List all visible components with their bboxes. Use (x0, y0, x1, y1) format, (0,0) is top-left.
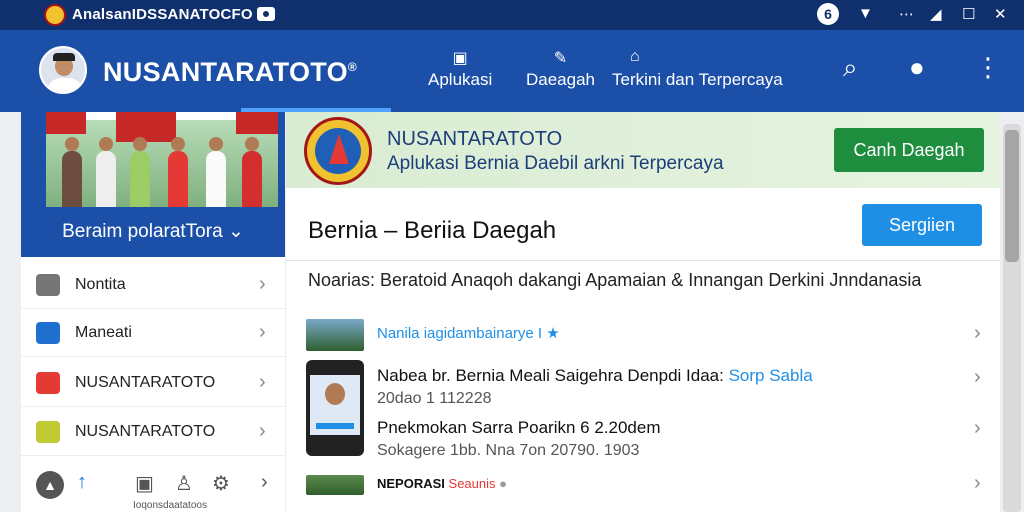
search-icon[interactable]: ⌕ (843, 52, 858, 84)
headline-text: Noarias: Beratoid Anaqoh dakangi Apamaia… (308, 270, 922, 290)
app-icon: ▣ (452, 50, 468, 67)
sidebar-toolbar: ▲ ↑ ▣ ♙ ⚙ › Ioqonsdaatatoos (21, 467, 285, 512)
nav-aplikasi[interactable]: ▣ Aplukasi (428, 48, 492, 90)
nav-terkini[interactable]: ⌂ Terkini dan Terpercaya (612, 48, 783, 90)
more-vert-icon[interactable]: ⋮ (975, 52, 1001, 83)
person-icon[interactable]: ♙ (175, 471, 193, 496)
scrollbar[interactable] (1003, 124, 1021, 512)
wifi-icon: ▼ (858, 5, 873, 22)
news-phone-image (306, 360, 364, 456)
news-row-1[interactable]: Nanila iagidambainarye I ★ › (286, 316, 1000, 356)
chat-icon (36, 321, 60, 344)
emblem-logo (304, 117, 372, 185)
compass-icon[interactable]: ▲ (36, 471, 64, 499)
promo-banner: NUSANTARATOTO Aplukasi Bernia Daebil ark… (286, 112, 1000, 188)
brand-title[interactable]: NUSANTARATOTO® (103, 57, 357, 88)
settings-icon[interactable]: ⚙ (212, 471, 230, 496)
section-action-button[interactable]: Sergiien (862, 204, 982, 246)
news-meta: 20dao 1 112228 (377, 390, 492, 407)
bag-icon (36, 420, 60, 443)
chevron-right-icon: › (974, 472, 981, 494)
scrollbar-thumb[interactable] (1005, 130, 1019, 262)
image-icon[interactable]: ▣ (135, 471, 154, 496)
chevron-right-icon: › (259, 321, 266, 343)
sidebar: Beraim polaratTora ⌄ Nontita › Maneati ›… (21, 112, 285, 512)
calendar-icon (36, 371, 60, 394)
cta-button[interactable]: Canh Daegah (834, 128, 984, 172)
divider (286, 260, 1000, 261)
sidebar-selector[interactable]: Beraim polaratTora ⌄ (21, 220, 285, 243)
app-bar: NUSANTARATOTO® ▣ Aplukasi ✎ Daeagah ⌂ Te… (0, 30, 1024, 112)
banner-subtitle: Aplukasi Bernia Daebil arkni Terpercaya (387, 153, 724, 174)
app-logo-icon (44, 4, 66, 26)
window-title: AnalsanIDSSANATOCFO (72, 6, 253, 23)
sidebar-hero: Beraim polaratTora ⌄ (21, 112, 285, 257)
pen-icon: ✎ (553, 50, 568, 67)
chevron-right-icon: › (259, 371, 266, 393)
maximize-icon[interactable]: ☐ (962, 5, 975, 23)
camera-icon (36, 273, 60, 296)
chevron-right-icon: › (974, 322, 981, 344)
group-photo (46, 112, 278, 207)
home-icon: ⌂ (630, 48, 640, 65)
user-icon[interactable]: ● (909, 52, 925, 83)
sidebar-item-nusantaratoto-1[interactable]: NUSANTARATOTO › (21, 359, 285, 407)
news-row-2[interactable]: Nabea br. Bernia Meali Saigehra Denpdi I… (286, 360, 1000, 460)
news-thumbnail (306, 319, 364, 351)
sidebar-item-maneati[interactable]: Maneati › (21, 309, 285, 357)
status-bar: AnalsanIDSSANATOCFO 6 ▼ ⋯ ◢ ☐ ✕ (0, 0, 1024, 30)
sidebar-item-nontita[interactable]: Nontita › (21, 261, 285, 309)
upload-icon[interactable]: ↑ (77, 471, 87, 494)
chevron-right-icon: › (259, 273, 266, 295)
nav-daeagah[interactable]: ✎ Daeagah (526, 48, 595, 90)
main-content: NUSANTARATOTO Aplukasi Bernia Daebil ark… (286, 112, 1000, 512)
record-icon[interactable] (257, 7, 275, 21)
section-title: Bernia – Beriia Daegah (308, 217, 557, 244)
close-icon[interactable]: ✕ (994, 5, 1007, 23)
chevron-right-icon[interactable]: › (261, 471, 268, 494)
chevron-right-icon: › (974, 366, 981, 388)
chevron-right-icon: › (974, 417, 981, 439)
toolbar-caption: Ioqonsdaatatoos (133, 500, 207, 511)
news-row-4[interactable]: NEPORASI Seaunis ● › (286, 472, 1000, 512)
news-thumbnail (306, 475, 364, 495)
banner-title: NUSANTARATOTO (387, 128, 563, 150)
signal-icon: ◢ (930, 6, 942, 23)
avatar[interactable] (39, 46, 87, 94)
dots-icon: ⋯ (899, 6, 914, 23)
notification-badge[interactable]: 6 (817, 3, 839, 25)
chevron-right-icon: › (259, 420, 266, 442)
news-meta: Sokagere 1bb. Nna 7on 20790. 1903 (377, 442, 640, 459)
chevron-down-icon: ⌄ (227, 221, 244, 242)
sidebar-item-nusantaratoto-2[interactable]: NUSANTARATOTO › (21, 408, 285, 456)
